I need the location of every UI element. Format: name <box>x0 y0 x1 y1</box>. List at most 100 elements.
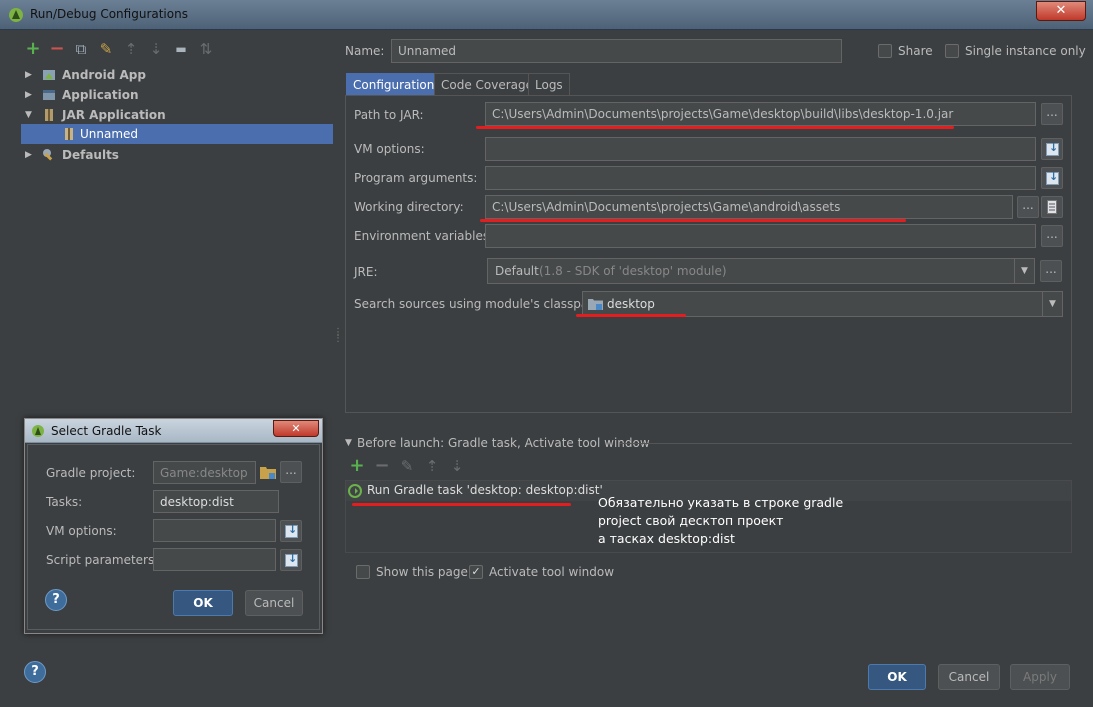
working-directory-input[interactable]: C:\Users\Admin\Documents\projects\Game\a… <box>485 195 1013 219</box>
path-to-jar-label: Path to JAR: <box>354 108 424 122</box>
android-app-icon <box>43 70 55 80</box>
gradle-project-label: Gradle project: <box>46 466 136 480</box>
gradle-vm-options-label: VM options: <box>46 524 117 538</box>
annotation-text: Обязательно указать в строке gradle proj… <box>598 495 844 546</box>
remove-configuration-button[interactable]: − <box>48 40 66 58</box>
expand-script-parameters-button[interactable] <box>280 549 302 571</box>
tasks-input[interactable]: desktop:dist <box>153 490 279 513</box>
share-checkbox[interactable] <box>878 44 892 58</box>
program-arguments-input[interactable] <box>485 166 1036 190</box>
window-title: Run/Debug Configurations <box>30 7 188 21</box>
wrench-icon <box>43 149 53 161</box>
classpath-label: Search sources using module's classpath: <box>354 297 605 311</box>
android-studio-icon <box>9 8 23 22</box>
browse-jre-button[interactable]: ... <box>1040 260 1062 282</box>
tree-item-label: Defaults <box>62 148 119 162</box>
dialog-cancel-button[interactable]: Cancel <box>245 590 303 616</box>
expand-arrow-icon[interactable]: ▶ <box>25 65 32 85</box>
move-down-button[interactable]: ⇣ <box>147 40 165 58</box>
window-titlebar: Run/Debug Configurations ✕ <box>0 0 1093 30</box>
tasks-label: Tasks: <box>46 495 83 509</box>
show-this-page-label: Show this page <box>376 565 468 579</box>
expand-program-arguments-button[interactable] <box>1041 167 1063 189</box>
move-task-down-button[interactable]: ⇣ <box>448 457 466 475</box>
gradle-project-input[interactable]: Game:desktop <box>153 461 256 484</box>
help-button[interactable]: ? <box>24 661 46 683</box>
edit-defaults-button[interactable]: ✎ <box>97 40 115 58</box>
tab-logs[interactable]: Logs <box>528 73 570 96</box>
script-parameters-label: Script parameters: <box>46 553 159 567</box>
apply-button[interactable]: Apply <box>1010 664 1070 690</box>
environment-variables-input[interactable] <box>485 224 1036 248</box>
path-to-jar-input[interactable]: C:\Users\Admin\Documents\projects\Game\d… <box>485 102 1036 126</box>
dialog-help-button[interactable]: ? <box>45 589 67 611</box>
expand-icon <box>1046 141 1059 156</box>
browse-gradle-project-button[interactable]: ... <box>280 461 302 483</box>
move-up-button[interactable]: ⇡ <box>122 40 140 58</box>
gradle-vm-options-input[interactable] <box>153 519 276 542</box>
collapse-arrow-icon[interactable]: ▼ <box>25 105 32 125</box>
add-configuration-button[interactable]: + <box>24 40 42 58</box>
ok-button[interactable]: OK <box>868 664 926 690</box>
program-arguments-label: Program arguments: <box>354 171 478 185</box>
expand-icon <box>1046 170 1059 185</box>
chevron-down-icon[interactable]: ▼ <box>1014 259 1034 283</box>
chevron-down-icon[interactable]: ▼ <box>1042 292 1062 316</box>
move-task-up-button[interactable]: ⇡ <box>423 457 441 475</box>
tree-item-label: JAR Application <box>62 108 166 122</box>
window-close-button[interactable]: ✕ <box>1036 1 1086 21</box>
tree-item-jar-application[interactable]: ▼ JAR Application <box>21 105 333 125</box>
edit-environment-variables-button[interactable]: ... <box>1041 225 1063 247</box>
add-task-button[interactable]: + <box>348 457 366 475</box>
copy-configuration-button[interactable]: ⧉ <box>72 40 90 58</box>
annotation-underline <box>480 219 906 222</box>
browse-working-directory-button[interactable]: ... <box>1017 196 1039 218</box>
gradle-project-folder-icon[interactable] <box>260 465 276 479</box>
folder-icon[interactable]: ▬ <box>172 40 190 58</box>
expand-icon <box>285 552 298 567</box>
remove-task-button[interactable]: − <box>373 457 391 475</box>
gradle-task-icon <box>348 484 362 498</box>
tree-item-label: Unnamed <box>80 127 139 141</box>
tree-item-unnamed[interactable]: Unnamed <box>21 124 333 144</box>
dialog-close-button[interactable]: ✕ <box>273 420 319 437</box>
cancel-button[interactable]: Cancel <box>938 664 1000 690</box>
jre-label: JRE: <box>354 265 378 279</box>
tree-item-android-app[interactable]: ▶ Android App <box>21 65 333 85</box>
dialog-title: Select Gradle Task <box>51 424 162 438</box>
sort-button[interactable]: ⇅ <box>197 40 215 58</box>
jar-icon <box>65 128 73 140</box>
activate-tool-window-label: Activate tool window <box>489 565 615 579</box>
script-parameters-input[interactable] <box>153 548 276 571</box>
name-input[interactable]: Unnamed <box>391 39 842 63</box>
tree-item-defaults[interactable]: ▶ Defaults <box>21 145 333 165</box>
expand-vm-options-button[interactable] <box>1041 138 1063 160</box>
macro-document-icon[interactable] <box>1041 196 1063 218</box>
dialog-ok-button[interactable]: OK <box>173 590 233 616</box>
edit-task-button[interactable]: ✎ <box>398 457 416 475</box>
jre-value: Default <box>495 264 539 278</box>
annotation-underline <box>576 314 686 317</box>
android-studio-icon <box>32 425 44 437</box>
tab-code-coverage[interactable]: Code Coverage <box>434 73 541 96</box>
expand-arrow-icon[interactable]: ▶ <box>25 145 32 165</box>
activate-tool-window-checkbox[interactable]: ✓ <box>469 565 483 579</box>
single-instance-label: Single instance only <box>965 44 1086 58</box>
tree-item-application[interactable]: ▶ Application <box>21 85 333 105</box>
vm-options-input[interactable] <box>485 137 1036 161</box>
expand-arrow-icon[interactable]: ▶ <box>25 85 32 105</box>
browse-jar-button[interactable]: ... <box>1041 103 1063 125</box>
jre-combo[interactable]: Default (1.8 - SDK of 'desktop' module) … <box>487 258 1035 284</box>
jar-icon <box>45 109 53 121</box>
show-this-page-checkbox[interactable] <box>356 565 370 579</box>
module-folder-icon <box>588 299 603 310</box>
environment-variables-label: Environment variables: <box>354 229 494 243</box>
tab-configuration[interactable]: Configuration <box>346 73 442 96</box>
single-instance-checkbox[interactable] <box>945 44 959 58</box>
before-launch-header: Before launch: Gradle task, Activate too… <box>357 436 650 450</box>
share-label: Share <box>898 44 933 58</box>
tree-item-label: Application <box>62 88 139 102</box>
expand-gradle-vm-options-button[interactable] <box>280 520 302 542</box>
splitter-handle[interactable]: ⋮ ⋮ <box>333 328 343 350</box>
collapse-arrow-icon[interactable]: ▼ <box>345 438 352 448</box>
